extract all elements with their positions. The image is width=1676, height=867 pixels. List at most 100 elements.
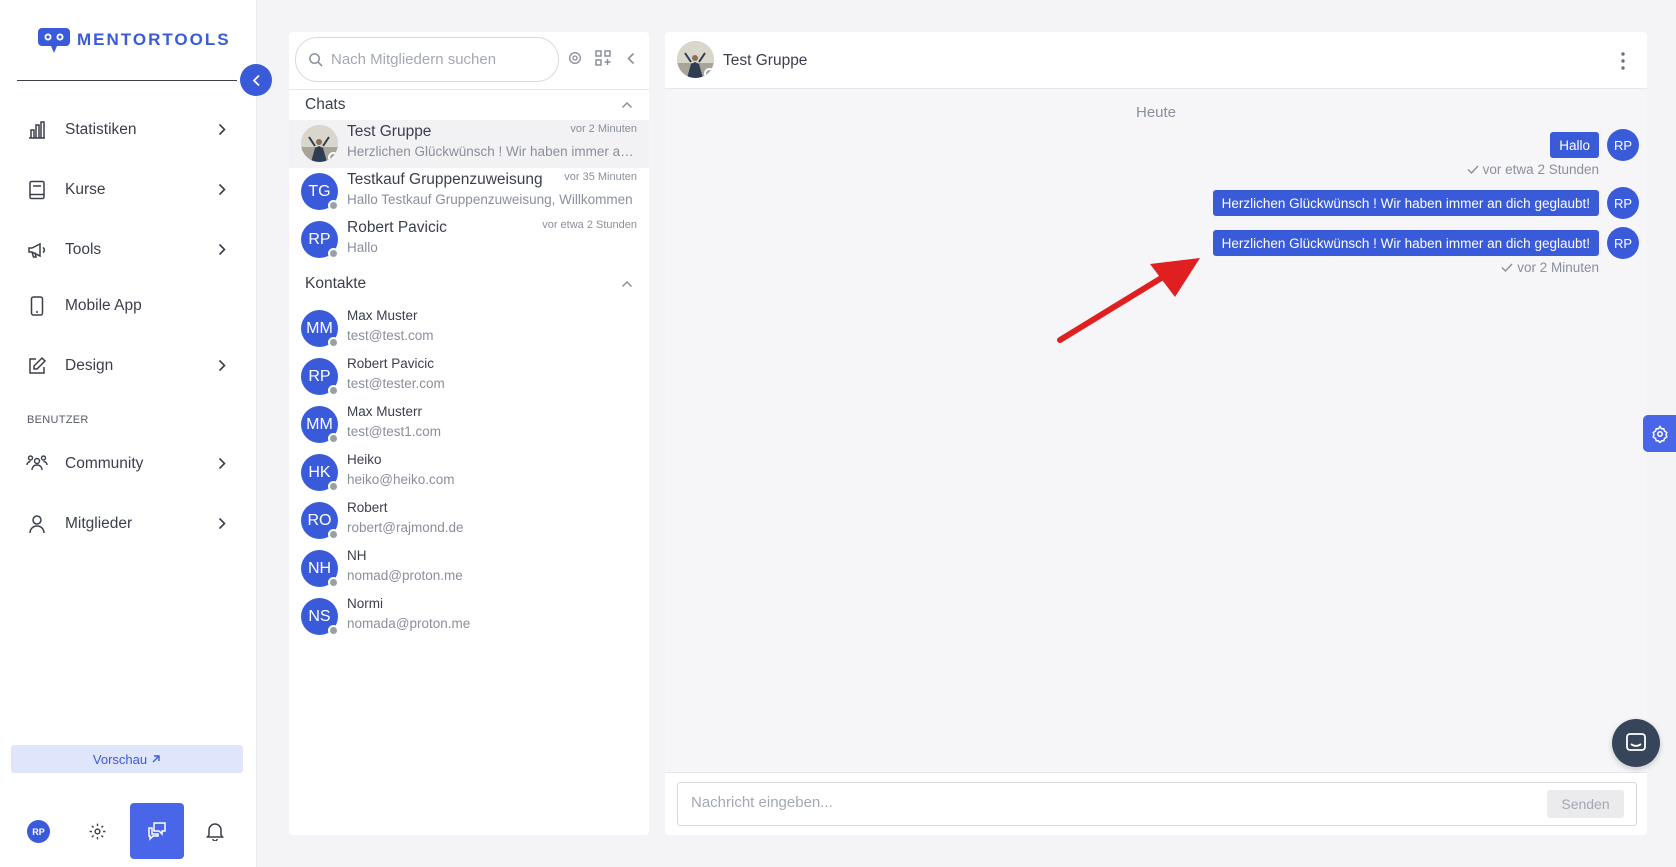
message-meta: vor 2 Minuten xyxy=(1501,260,1599,275)
member-search[interactable] xyxy=(295,37,559,82)
message-avatar: RP xyxy=(1607,227,1639,259)
contacts-section-header[interactable]: Kontakte xyxy=(305,273,633,295)
send-button[interactable]: Senden xyxy=(1547,790,1624,818)
sidebar-item-label: Statistiken xyxy=(65,121,137,138)
check-icon xyxy=(1501,263,1513,272)
sidebar-item-design[interactable]: Design xyxy=(26,351,226,381)
settings-gear-icon[interactable] xyxy=(566,49,584,67)
contact-email: heiko@heiko.com xyxy=(347,472,455,487)
grid-plus-icon[interactable] xyxy=(594,49,612,67)
avatar: RP xyxy=(301,221,339,259)
chat-icon xyxy=(1626,733,1646,751)
status-dot xyxy=(328,433,339,444)
chats-section-header[interactable]: Chats xyxy=(305,94,633,116)
contact-item[interactable]: MM Max Muster test@test.com xyxy=(289,305,649,353)
status-dot xyxy=(328,337,339,348)
message-time: vor etwa 2 Stunden xyxy=(1482,162,1599,177)
contact-name: Normi xyxy=(347,596,383,611)
sidebar-item-label: Mitglieder xyxy=(65,515,133,532)
message-bubble: Herzlichen Glückwünsch ! Wir haben immer… xyxy=(1212,190,1599,216)
message-bubble: Hallo xyxy=(1550,132,1599,158)
chevron-right-icon xyxy=(218,359,226,372)
chat-preview: Hallo xyxy=(347,240,378,255)
contact-email: robert@rajmond.de xyxy=(347,520,464,535)
sidebar-item-mobile-app[interactable]: Mobile App xyxy=(26,291,226,321)
contact-name: Max Musterr xyxy=(347,404,423,419)
megaphone-icon xyxy=(26,239,48,261)
robot-logo-icon xyxy=(38,28,70,53)
chat-list-panel: Chats Test Gruppe vor 2 Minuten Herzlich… xyxy=(289,32,649,835)
settings-gear-icon[interactable] xyxy=(86,820,108,842)
contact-item[interactable]: NS Normi nomada@proton.me xyxy=(289,593,649,641)
avatar-initials: HK xyxy=(308,463,331,481)
contact-item[interactable]: NH NH nomad@proton.me xyxy=(289,545,649,593)
message-input[interactable] xyxy=(691,794,1491,811)
avatar-initials: RO xyxy=(307,511,332,529)
contact-item[interactable]: RO Robert robert@rajmond.de xyxy=(289,497,649,545)
status-dot xyxy=(328,248,339,259)
annotation-arrow-icon xyxy=(1057,258,1200,343)
contact-item[interactable]: MM Max Musterr test@test1.com xyxy=(289,401,649,449)
user-avatar[interactable]: RP xyxy=(27,820,50,843)
sidebar-item-statistiken[interactable]: Statistiken xyxy=(26,115,226,145)
contact-email: nomad@proton.me xyxy=(347,568,463,583)
chat-bubbles-icon xyxy=(148,822,166,841)
chat-time: vor 2 Minuten xyxy=(570,123,637,135)
brand-logo[interactable]: MENTORTOOLS xyxy=(37,24,231,56)
avatar: HK xyxy=(301,454,339,492)
chat-time: vor 35 Minuten xyxy=(564,171,637,183)
sidebar-collapse-button[interactable] xyxy=(240,64,272,96)
preview-button[interactable]: Vorschau xyxy=(11,745,243,773)
status-dot xyxy=(328,200,339,211)
avatar-initials: RP xyxy=(308,230,331,248)
book-icon xyxy=(26,179,48,201)
sidebar-item-kurse[interactable]: Kurse xyxy=(26,175,226,205)
chevron-right-icon xyxy=(218,123,226,136)
group-avatar[interactable] xyxy=(677,41,714,78)
contact-email: test@tester.com xyxy=(347,376,445,391)
sidebar-bottom-bar: RP xyxy=(0,800,257,862)
status-dot xyxy=(328,577,339,588)
contact-name: Max Muster xyxy=(347,308,418,323)
chat-name: Testkauf Gruppenzuweisung xyxy=(347,171,543,188)
community-icon xyxy=(26,453,48,475)
divider xyxy=(289,89,649,90)
sidebar-divider xyxy=(17,80,237,81)
contact-email: nomada@proton.me xyxy=(347,616,471,631)
sidebar-item-mitglieder[interactable]: Mitglieder xyxy=(26,509,226,539)
message-time: vor 2 Minuten xyxy=(1517,260,1599,275)
status-dot xyxy=(328,481,339,492)
check-icon xyxy=(1467,165,1479,174)
sidebar-item-community[interactable]: Community xyxy=(26,449,226,479)
chevron-up-icon xyxy=(621,101,633,109)
avatar-initials: RP xyxy=(308,367,331,385)
avatar-initials: MM xyxy=(306,319,333,337)
external-link-icon xyxy=(152,755,160,763)
bell-icon[interactable] xyxy=(204,820,226,842)
contact-item[interactable]: HK Heiko heiko@heiko.com xyxy=(289,449,649,497)
avatar-initials: NS xyxy=(308,607,331,625)
sidebar-item-tools[interactable]: Tools xyxy=(26,235,226,265)
chat-item-test-gruppe[interactable]: Test Gruppe vor 2 Minuten Herzlichen Glü… xyxy=(289,120,649,168)
messages-button[interactable] xyxy=(130,803,184,859)
user-icon xyxy=(26,513,48,535)
day-separator: Heute xyxy=(1135,104,1177,121)
settings-gear-icon[interactable] xyxy=(1643,415,1676,452)
avatar: NH xyxy=(301,550,339,588)
chat-item-testkauf-gruppenzuweisung[interactable]: TG Testkauf Gruppenzuweisung vor 35 Minu… xyxy=(289,168,649,216)
sidebar: MENTORTOOLS Statistiken Kurse Tools Mobi… xyxy=(0,0,257,867)
contacts-section-label: Kontakte xyxy=(305,275,367,292)
phone-icon xyxy=(26,295,48,317)
more-options-icon[interactable] xyxy=(1619,50,1627,72)
avatar: MM xyxy=(301,310,339,348)
avatar: TG xyxy=(301,173,339,211)
message-input-box[interactable]: Senden xyxy=(677,782,1637,826)
support-chat-button[interactable] xyxy=(1612,719,1660,767)
message-meta: vor etwa 2 Stunden xyxy=(1467,162,1599,177)
chat-item-robert-pavicic[interactable]: RP Robert Pavicic vor etwa 2 Stunden Hal… xyxy=(289,216,649,264)
bar-chart-icon xyxy=(26,119,48,141)
chevron-left-icon[interactable] xyxy=(622,49,640,67)
contact-item[interactable]: RP Robert Pavicic test@tester.com xyxy=(289,353,649,401)
chevron-left-icon xyxy=(252,74,260,86)
search-input[interactable] xyxy=(331,51,541,68)
